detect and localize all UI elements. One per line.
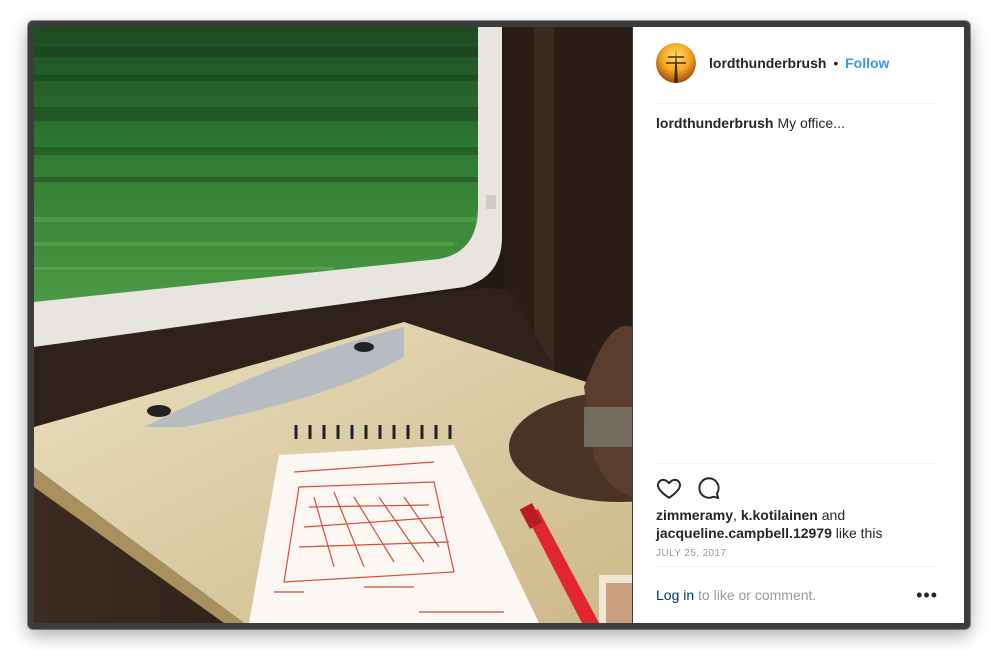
caption-text: My office... <box>777 115 845 131</box>
likes-suffix: like this <box>831 525 883 541</box>
separator-dot: • <box>833 55 839 71</box>
train-window-office-photo <box>34 27 632 623</box>
liker-link-1[interactable]: zimmeramy <box>656 507 733 523</box>
more-options-icon[interactable]: ••• <box>916 586 938 604</box>
likes-and: and <box>817 507 846 523</box>
caption-username-link[interactable]: lordthunderbrush <box>656 115 773 131</box>
comment-icon[interactable] <box>696 475 722 501</box>
app-window: lordthunderbrush • Follow lordthunderbru… <box>28 21 970 629</box>
header-text: lordthunderbrush • Follow <box>709 55 889 71</box>
username-link[interactable]: lordthunderbrush <box>709 55 826 71</box>
likes-separator: , <box>733 507 741 523</box>
post-actions: zimmeramy, k.kotilainen and jacqueline.c… <box>656 463 938 567</box>
login-prompt-text: to like or comment. <box>694 587 817 603</box>
follow-button[interactable]: Follow <box>845 55 889 71</box>
avatar[interactable] <box>656 43 696 83</box>
action-icons <box>656 474 938 502</box>
avatar-image <box>656 43 696 83</box>
likes-summary: zimmeramy, k.kotilainen and jacqueline.c… <box>656 506 938 542</box>
post-date: JULY 25, 2017 <box>656 548 938 567</box>
liker-link-3[interactable]: jacqueline.campbell.12979 <box>656 525 832 541</box>
comment-row: Log in to like or comment. ••• <box>656 586 938 604</box>
liker-link-2[interactable]: k.kotilainen <box>741 507 818 523</box>
post-details-panel: lordthunderbrush • Follow lordthunderbru… <box>633 27 964 623</box>
heart-icon[interactable] <box>656 475 682 501</box>
login-prompt: Log in to like or comment. <box>656 587 816 603</box>
post-header: lordthunderbrush • Follow <box>656 43 938 104</box>
post-caption: lordthunderbrush My office... <box>656 115 845 131</box>
login-link[interactable]: Log in <box>656 587 694 603</box>
post-photo[interactable] <box>34 27 632 623</box>
